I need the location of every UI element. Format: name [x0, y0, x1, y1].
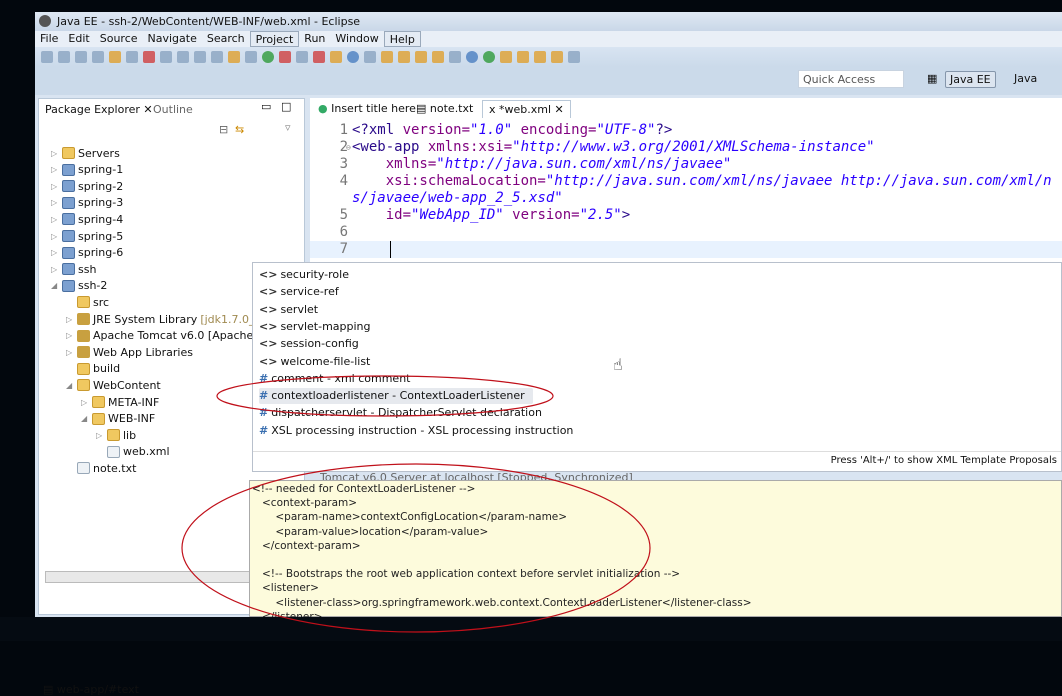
- file-icon: ▤: [43, 683, 54, 696]
- annotation-overlay: [181, 375, 651, 633]
- annotation-ellipse-large: [181, 463, 651, 633]
- status-bar: ▤ web-app/#text: [43, 683, 139, 696]
- status-path: web-app/#text: [56, 683, 139, 696]
- annotation-ellipse-small: [216, 375, 554, 417]
